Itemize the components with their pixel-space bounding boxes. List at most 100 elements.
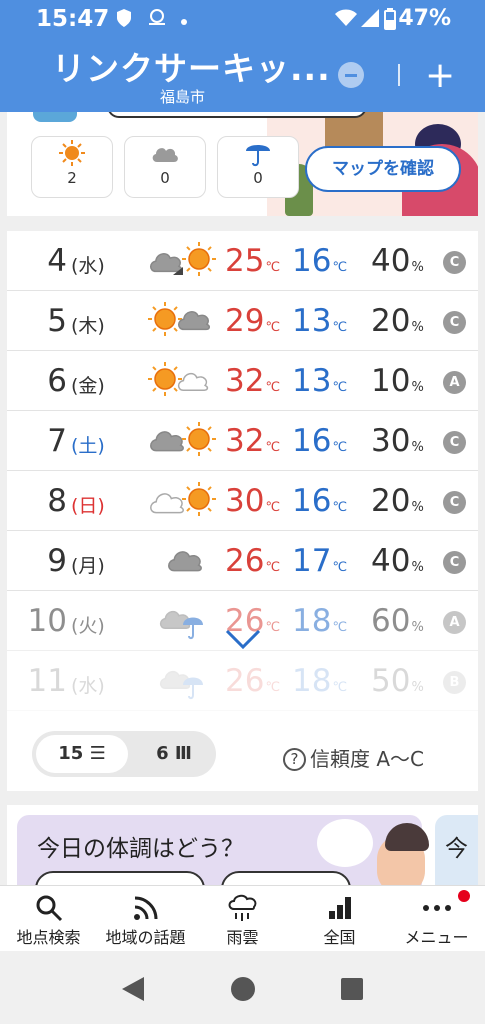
forecast-weekday: (木): [71, 315, 105, 337]
light-cloud-sun-icon: [150, 482, 216, 516]
sun-light-cloud-icon: [148, 362, 209, 396]
umbrella-icon: [218, 137, 298, 169]
forecast-high: 30℃: [225, 483, 281, 519]
home-icon[interactable]: [229, 975, 257, 1003]
forecast-row[interactable]: 7 (土) 32℃ 16℃ 30% C: [7, 411, 478, 471]
forecast-low: 16℃: [292, 483, 348, 519]
reliability-badge: B: [443, 671, 466, 694]
page-title[interactable]: リンクサーキッ...: [52, 42, 331, 90]
forecast-row[interactable]: 11 (水) 26℃ 18℃ 50% B: [7, 651, 478, 711]
summary-card: 2 0 0 マップを確認: [7, 104, 478, 216]
forecast-low: 18℃: [292, 663, 348, 699]
cloudy-count: 0: [124, 136, 206, 198]
forecast-precip: 40%: [371, 243, 424, 279]
reliability-badge: A: [443, 611, 466, 634]
view-map-button[interactable]: マップを確認: [305, 146, 461, 192]
shield-icon: [116, 8, 132, 33]
app-notification-icon: [146, 8, 168, 33]
forecast-day: 6: [47, 363, 67, 399]
forecast-low: 13℃: [292, 363, 348, 399]
battery-icon: [384, 8, 396, 35]
forecast-high: 29℃: [225, 303, 281, 339]
sunny-count: 2: [31, 136, 113, 198]
bar-chart-icon: [291, 892, 388, 924]
forecast-row[interactable]: 9 (月) 26℃ 17℃ 40% C: [7, 531, 478, 591]
nav-nationwide[interactable]: 全国: [291, 892, 388, 948]
forecast-weekday: (火): [71, 615, 105, 637]
cloud-sun-icon: [150, 422, 216, 456]
sun-icon: [32, 137, 112, 169]
nav-rain-clouds[interactable]: 雨雲: [194, 892, 291, 948]
reliability-badge: C: [443, 251, 466, 274]
system-navigation-bar: [0, 951, 485, 1024]
reliability-badge: C: [443, 491, 466, 514]
forecast-high: 26℃: [225, 663, 281, 699]
nav-search[interactable]: 地点検索: [0, 892, 97, 948]
cloudy-count-value: 0: [160, 169, 170, 187]
recents-icon[interactable]: [340, 977, 364, 1001]
nav-menu[interactable]: メニュー: [388, 892, 485, 948]
thought-bubble: [317, 819, 373, 867]
cloud-then-sun-icon: [149, 242, 216, 276]
rainy-count-value: 0: [253, 169, 263, 187]
battery-percent: 47%: [398, 6, 451, 31]
forecast-day: 5: [47, 303, 67, 339]
forecast-row[interactable]: 6 (金) 32℃ 13℃ 10% A: [7, 351, 478, 411]
promo-question: 今日の体調はどう？: [37, 836, 244, 862]
next-promo-card[interactable]: 今: [435, 815, 478, 885]
promo-option-pill[interactable]: [35, 871, 205, 885]
promo-option-pill[interactable]: [221, 871, 351, 885]
forecast-high: 32℃: [225, 363, 281, 399]
forecast-row[interactable]: 8 (日) 30℃ 16℃ 20% C: [7, 471, 478, 531]
rss-icon: [97, 892, 194, 924]
forecast-precip: 20%: [371, 303, 424, 339]
reliability-badge: C: [443, 311, 466, 334]
rain-cloud-icon: [194, 892, 291, 924]
forecast-day: 8: [47, 483, 67, 519]
forecast-low: 16℃: [292, 243, 348, 279]
forecast-precip: 20%: [371, 483, 424, 519]
forecast-precip: 50%: [371, 663, 424, 699]
forecast-high: 25℃: [225, 243, 281, 279]
status-time: 15:47: [36, 6, 110, 32]
rainy-count: 0: [217, 136, 299, 198]
cloud-icon: [168, 551, 202, 572]
forecast-row[interactable]: 5 (木) 29℃ 13℃ 20% C: [7, 291, 478, 351]
forecast-low: 13℃: [292, 303, 348, 339]
forecast-precip: 30%: [371, 423, 424, 459]
app-header: 15:47 47% リンクサーキッ... 福島市 +: [0, 0, 485, 112]
cloud-rain-icon: [159, 610, 203, 640]
menu-notification-badge: [458, 890, 470, 902]
forecast-day: 7: [47, 423, 67, 459]
forecast-weekday: (水): [71, 675, 105, 697]
search-icon: [0, 892, 97, 924]
toggle-15-days[interactable]: 15 ☰: [36, 735, 128, 773]
reliability-badge: C: [443, 431, 466, 454]
health-promo-card[interactable]: 今日の体調はどう？: [17, 815, 429, 885]
bars-icon: Ⅲ: [174, 743, 192, 764]
forecast-weekday: (日): [71, 495, 105, 517]
forecast-card: 4 (水) 25℃ 16℃ 40% C 5 (木) 29℃ 13℃ 20% C 6 (金) 32℃ 13℃ 10…: [7, 231, 478, 791]
bottom-navigation: 地点検索 地域の話題 雨雲 全国 メニュー: [0, 885, 485, 951]
more-icon: [388, 892, 485, 924]
forecast-high: 32℃: [225, 423, 281, 459]
promo-section: 今日の体調はどう？ 今: [7, 805, 478, 885]
back-icon[interactable]: [120, 975, 146, 1003]
nav-local-topics[interactable]: 地域の話題: [97, 892, 194, 948]
forecast-day: 11: [27, 663, 67, 699]
sun-cloud-icon: [148, 302, 211, 336]
forecast-row[interactable]: 4 (水) 25℃ 16℃ 40% C: [7, 231, 478, 291]
forecast-low: 17℃: [292, 543, 348, 579]
forecast-weekday: (月): [71, 555, 105, 577]
forecast-day: 10: [27, 603, 67, 639]
forecast-weekday: (金): [71, 375, 105, 397]
reliability-help-link[interactable]: ? 信頼度 A〜C: [283, 743, 424, 772]
cloud-rain-icon: [159, 670, 203, 700]
forecast-high: 26℃: [225, 543, 281, 579]
forecast-precip: 10%: [371, 363, 424, 399]
notification-dot-icon: [180, 10, 188, 31]
toggle-6-days[interactable]: 6 Ⅲ: [128, 735, 220, 773]
chevron-down-icon[interactable]: [225, 627, 261, 651]
remove-location-button[interactable]: [338, 62, 364, 88]
add-location-button[interactable]: +: [425, 58, 455, 94]
